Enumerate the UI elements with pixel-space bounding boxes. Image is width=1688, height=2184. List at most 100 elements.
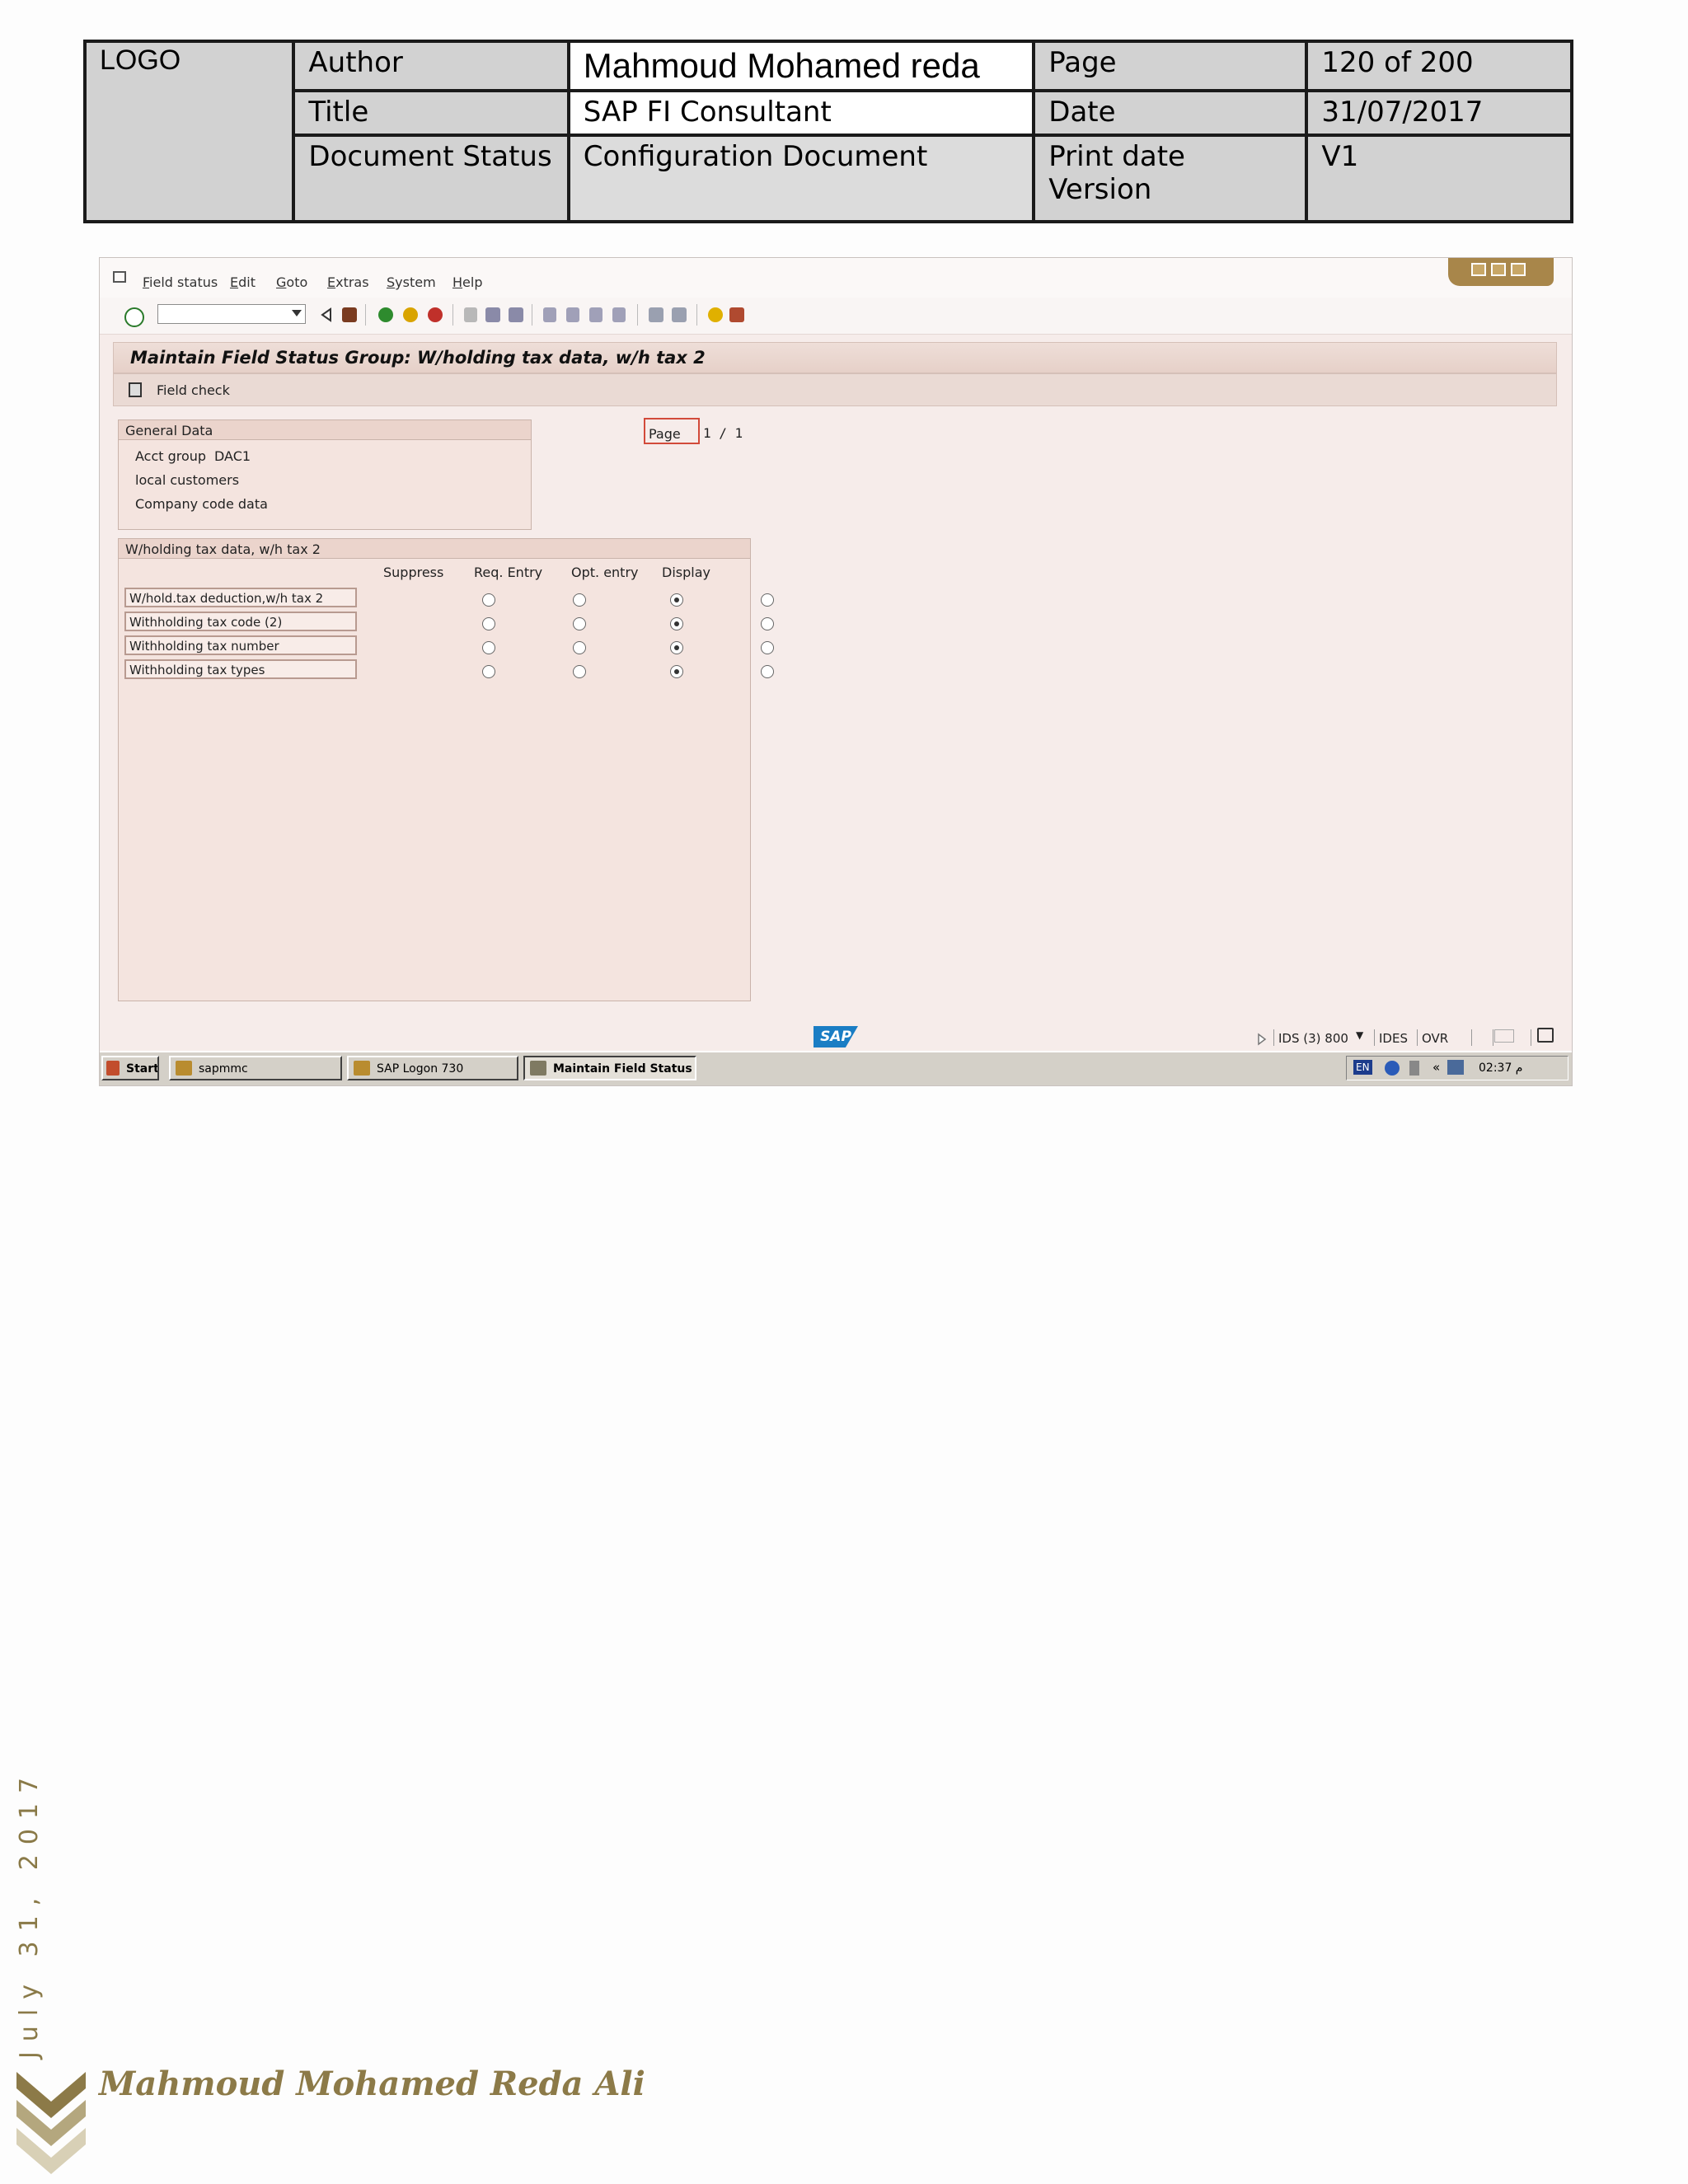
page-count: 1 / 1 [703,425,743,441]
menu-system[interactable]: System [387,274,436,290]
back-icon[interactable] [378,307,393,322]
window-controls [1448,258,1554,286]
menu-icon[interactable] [113,271,126,283]
author-value: Mahmoud Mohamed reda [566,40,1036,92]
radio-suppress[interactable] [482,665,495,678]
menu-field-status[interactable]: Field status [143,274,218,290]
last-page-icon[interactable] [612,307,626,322]
start-button[interactable]: Start [101,1056,159,1080]
network-icon[interactable] [1447,1060,1464,1075]
field-row-label: Withholding tax number [124,635,357,655]
side-date: July 31, 2017 [15,1767,44,2059]
shortcut-icon[interactable] [672,307,687,322]
menu-edit[interactable]: Edit [230,274,256,290]
save-icon[interactable] [342,307,357,322]
radio-opt-entry[interactable] [670,617,683,630]
radio-suppress[interactable] [482,593,495,607]
show-hidden-icons-icon[interactable]: « [1432,1060,1440,1075]
close-icon[interactable] [1511,263,1526,276]
radio-opt-entry[interactable] [670,665,683,678]
date-value: 31/07/2017 [1305,89,1573,137]
sap-gui-icon [530,1061,546,1076]
screen-title-bar: Maintain Field Status Group: W/holding t… [113,342,1557,373]
page-label: Page [649,426,681,442]
task-sap-logon[interactable]: SAP Logon 730 [347,1056,518,1080]
minimize-icon[interactable] [1471,263,1486,276]
field-row-label: Withholding tax types [124,659,357,679]
date-label: Date [1032,89,1309,137]
lock-icon[interactable] [1537,1028,1554,1043]
task-maintain-field-status[interactable]: Maintain Field Status ... [523,1056,696,1080]
new-session-icon[interactable] [649,307,663,322]
help-tray-icon[interactable] [1385,1061,1400,1076]
customize-layout-icon[interactable] [729,307,744,322]
page-label: Page [1032,40,1309,92]
status-expand-icon[interactable] [1257,1033,1267,1046]
radio-display[interactable] [761,641,774,654]
connection-icon [1494,1029,1514,1043]
task-label: SAP Logon 730 [377,1062,464,1076]
acct-group-value: DAC1 [214,448,251,464]
windows-logo-icon [106,1061,120,1076]
column-req-entry: Req. Entry [474,565,543,580]
radio-req-entry[interactable] [573,617,586,630]
radio-opt-entry[interactable] [670,593,683,607]
help-icon[interactable] [708,307,723,322]
previous-page-icon[interactable] [566,307,579,322]
first-page-icon[interactable] [543,307,556,322]
radio-display[interactable] [761,617,774,630]
radio-suppress[interactable] [482,617,495,630]
menu-extras[interactable]: Extras [327,274,369,290]
language-indicator[interactable]: EN [1353,1060,1372,1075]
system-dropdown-icon[interactable]: ▼ [1356,1029,1363,1041]
system-tray: EN « 02:37 م [1346,1056,1568,1080]
column-display: Display [662,565,710,580]
status-separator [1471,1029,1472,1046]
column-suppress: Suppress [383,565,444,580]
find-icon[interactable] [485,307,500,322]
status-separator [1374,1029,1375,1046]
tray-icon[interactable] [1409,1061,1419,1076]
menu-bar: Field status Edit Goto Extras System Hel… [100,258,1572,298]
author-label: Author [292,40,570,92]
field-check-button[interactable]: Field check [157,382,230,398]
radio-req-entry[interactable] [573,665,586,678]
group-title: W/holding tax data, w/h tax 2 [119,539,750,559]
exit-icon[interactable] [403,307,418,322]
sapmmc-icon [176,1061,192,1076]
print-label: Print date Version [1032,134,1309,223]
cancel-icon[interactable] [428,307,443,322]
back-arrow-icon[interactable] [321,307,332,322]
radio-req-entry[interactable] [573,593,586,607]
radio-suppress[interactable] [482,641,495,654]
command-field[interactable] [157,304,306,324]
menu-goto[interactable]: Goto [276,274,307,290]
print-icon[interactable] [464,307,477,322]
next-page-icon[interactable] [589,307,603,322]
account-group-description: local customers [135,472,240,488]
field-check-icon[interactable] [129,382,142,397]
radio-opt-entry[interactable] [670,641,683,654]
field-row-label: Withholding tax code (2) [124,612,357,631]
radio-display[interactable] [761,665,774,678]
clock[interactable]: 02:37 م [1479,1062,1522,1075]
task-sapmmc[interactable]: sapmmc [169,1056,342,1080]
insert-mode[interactable]: OVR [1422,1031,1448,1046]
group-title: General Data [119,420,531,440]
toolbar-separator [365,304,366,326]
find-next-icon[interactable] [509,307,523,322]
windows-taskbar: Start sapmmc SAP Logon 730 Maintain Fiel… [100,1051,1572,1085]
system-info[interactable]: IDS (3) 800 [1278,1031,1348,1046]
toolbar-separator [637,304,638,326]
menu-help[interactable]: Help [452,274,482,290]
radio-display[interactable] [761,593,774,607]
radio-req-entry[interactable] [573,641,586,654]
page-indicator: Page [644,418,700,444]
column-opt-entry: Opt. entry [571,565,639,580]
chevron-down-icon [292,310,302,316]
enter-icon[interactable] [124,307,144,327]
document-header-table: LOGO Author Mahmoud Mohamed reda Page 12… [82,40,1573,223]
restore-icon[interactable] [1491,263,1506,276]
status-separator [1273,1029,1274,1046]
client-info: IDES [1379,1031,1408,1046]
